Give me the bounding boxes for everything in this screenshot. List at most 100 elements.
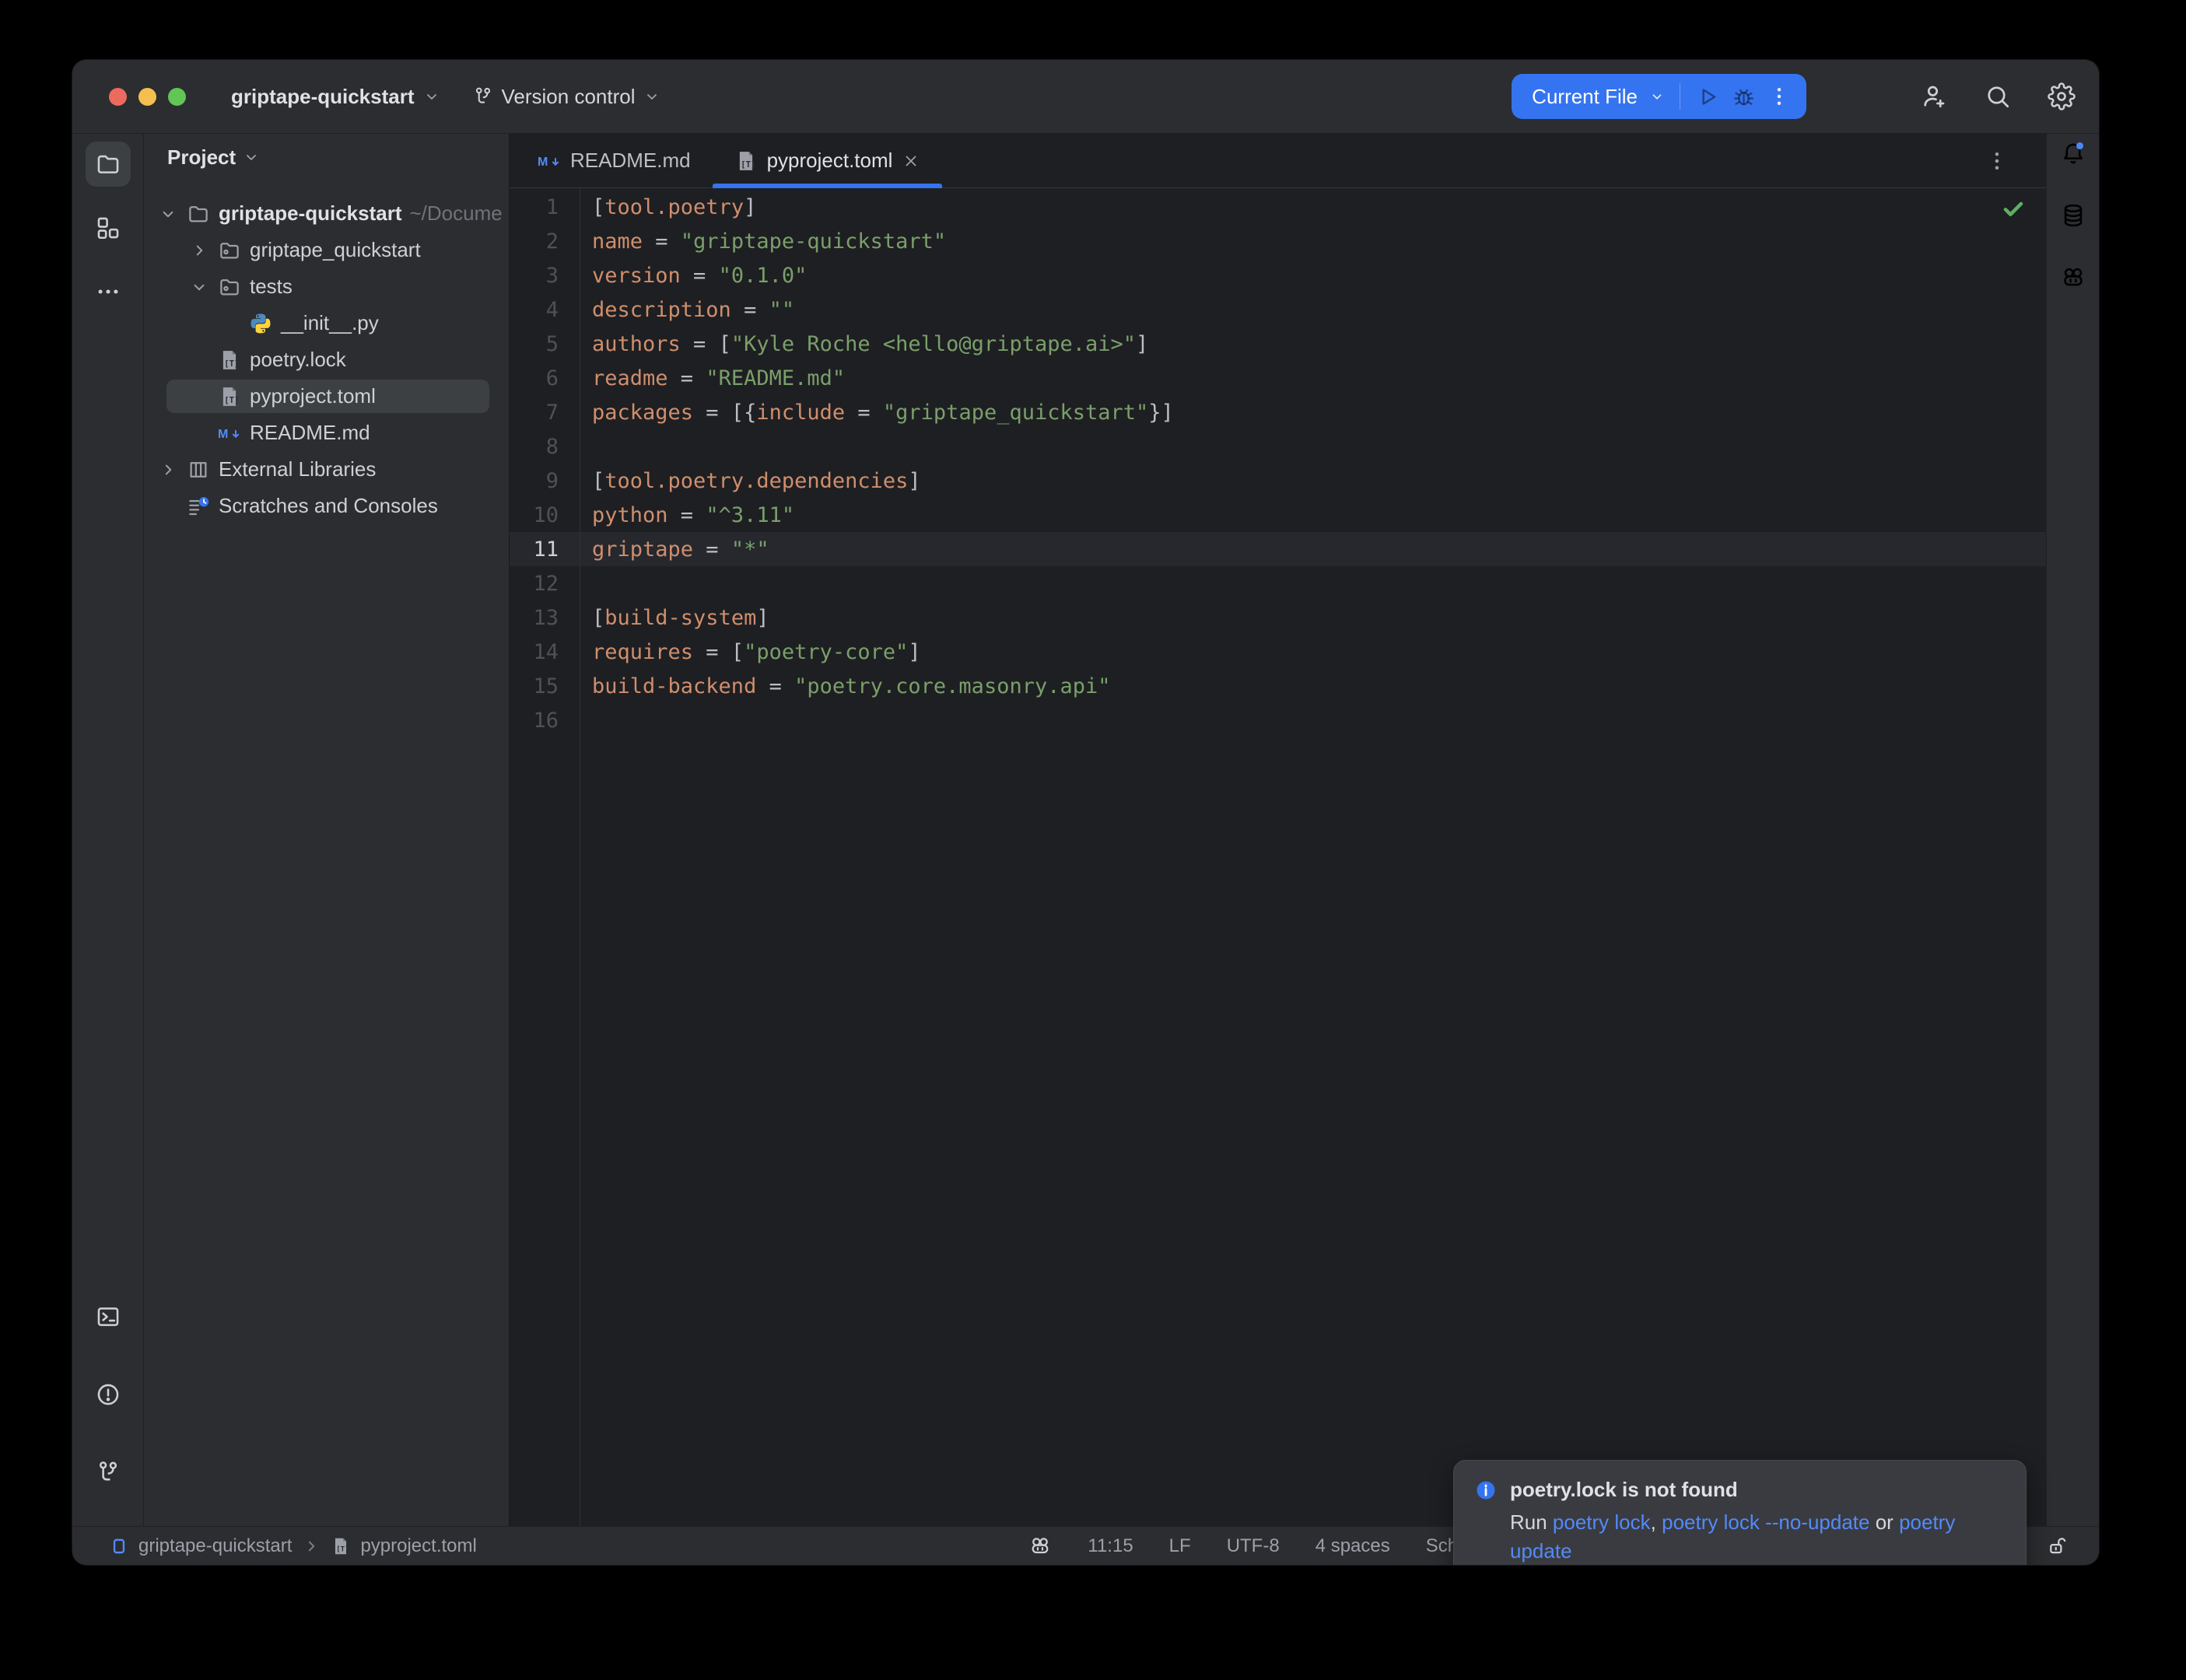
line-number[interactable]: 16: [510, 709, 559, 733]
code-line[interactable]: 5authors = ["Kyle Roche <hello@griptape.…: [510, 327, 2046, 361]
code-line[interactable]: 6readme = "README.md": [510, 361, 2046, 395]
more-icon: [95, 278, 121, 305]
code-line[interactable]: 9[tool.poetry.dependencies]: [510, 464, 2046, 498]
code-text: python = "^3.11": [559, 503, 794, 527]
more-tool-windows-button[interactable]: [86, 269, 131, 314]
markdown-icon: M: [538, 149, 561, 173]
notification-link[interactable]: poetry lock: [1553, 1510, 1651, 1534]
folderSrc-icon: [218, 239, 241, 262]
project-tool-button[interactable]: [86, 142, 131, 187]
notification-text: Run: [1510, 1510, 1553, 1534]
line-number[interactable]: 8: [510, 435, 559, 459]
code-line[interactable]: 3version = "0.1.0": [510, 258, 2046, 292]
add-user-button[interactable]: [1920, 82, 1948, 110]
code-line[interactable]: 14requires = ["poetry-core"]: [510, 635, 2046, 669]
tree-item-griptape-quickstart[interactable]: griptape_quickstart: [144, 232, 509, 268]
chevron-right-icon[interactable]: [158, 460, 187, 480]
tab-readme-md[interactable]: MREADME.md: [516, 134, 713, 187]
code-line[interactable]: 13[build-system]: [510, 600, 2046, 635]
line-number[interactable]: 15: [510, 674, 559, 698]
line-number[interactable]: 13: [510, 606, 559, 630]
ai-assistant-icon[interactable]: [2060, 264, 2086, 291]
tree-item-readme-md[interactable]: MREADME.md: [144, 415, 509, 451]
code-line[interactable]: 2name = "griptape-quickstart": [510, 224, 2046, 258]
code-line[interactable]: 12: [510, 566, 2046, 600]
notification-popup[interactable]: poetry.lock is not found Run poetry lock…: [1453, 1460, 2027, 1565]
line-number[interactable]: 4: [510, 298, 559, 322]
code-line[interactable]: 8: [510, 429, 2046, 464]
line-number[interactable]: 7: [510, 401, 559, 425]
minimize-window-button[interactable]: [138, 88, 156, 106]
tree-item-griptape-quickstart[interactable]: griptape-quickstart~/Docume: [144, 195, 509, 232]
breadcrumb-project[interactable]: griptape-quickstart: [138, 1535, 292, 1557]
notification-link[interactable]: poetry lock --no-update: [1662, 1510, 1869, 1534]
search-button[interactable]: [1984, 82, 2012, 110]
code-text: griptape = "*": [559, 537, 769, 562]
tree-item-tests[interactable]: tests: [144, 268, 509, 305]
window-controls[interactable]: [109, 88, 186, 106]
code-line[interactable]: 7packages = [{include = "griptape_quicks…: [510, 395, 2046, 429]
tree-item-scratches-and-consoles[interactable]: Scratches and Consoles: [144, 488, 509, 524]
status-item[interactable]: 11:15: [1088, 1535, 1133, 1557]
tree-item-external-libraries[interactable]: External Libraries: [144, 451, 509, 488]
line-number[interactable]: 3: [510, 264, 559, 288]
line-number[interactable]: 6: [510, 366, 559, 390]
project-title: griptape-quickstart: [231, 85, 415, 109]
tree-item-poetry-lock[interactable]: [T]poetry.lock: [144, 341, 509, 378]
line-number[interactable]: 12: [510, 572, 559, 596]
status-item[interactable]: LF: [1169, 1535, 1191, 1557]
version-control-tool-button[interactable]: [86, 1450, 131, 1495]
tree-item--init-py[interactable]: __init__.py: [144, 305, 509, 341]
structure-tool-button[interactable]: [86, 205, 131, 250]
run-icon[interactable]: [1694, 84, 1720, 110]
code-line[interactable]: 15build-backend = "poetry.core.masonry.a…: [510, 669, 2046, 703]
line-number[interactable]: 1: [510, 195, 559, 219]
tree-item-label: Scratches and Consoles: [219, 494, 438, 518]
settings-button[interactable]: [2048, 82, 2076, 110]
project-switcher[interactable]: griptape-quickstart: [231, 85, 441, 109]
chevron-spacer: [158, 496, 187, 516]
chevron-down-icon[interactable]: [158, 204, 187, 224]
tab-label: pyproject.toml: [767, 149, 893, 173]
code-line[interactable]: 4description = "": [510, 292, 2046, 327]
vcs-widget[interactable]: Version control: [472, 85, 662, 109]
line-number[interactable]: 9: [510, 469, 559, 493]
inspection-ok-icon[interactable]: [2001, 196, 2026, 221]
project-panel-header[interactable]: Project: [144, 134, 509, 180]
code-line[interactable]: 1[tool.poetry]: [510, 190, 2046, 224]
tab-pyproject-toml[interactable]: [T]pyproject.toml: [713, 134, 943, 187]
line-number[interactable]: 5: [510, 332, 559, 356]
debug-icon[interactable]: [1731, 84, 1757, 110]
terminal-tool-button[interactable]: [86, 1294, 131, 1339]
line-number[interactable]: 10: [510, 503, 559, 527]
run-widget[interactable]: Current File: [1512, 74, 1806, 119]
line-number[interactable]: 2: [510, 229, 559, 254]
chevron-down-icon[interactable]: [189, 277, 218, 297]
code-line[interactable]: 16: [510, 703, 2046, 737]
ai-status-icon[interactable]: [1028, 1535, 1052, 1558]
close-tab-icon[interactable]: [902, 152, 920, 170]
database-tool-icon[interactable]: [2060, 202, 2086, 229]
status-item[interactable]: 4 spaces: [1315, 1535, 1390, 1557]
unlock-icon[interactable]: [2046, 1535, 2069, 1558]
status-item[interactable]: UTF-8: [1227, 1535, 1280, 1557]
close-window-button[interactable]: [109, 88, 127, 106]
problems-tool-button[interactable]: [86, 1372, 131, 1417]
tab-options-icon[interactable]: [1985, 149, 2009, 173]
code-area[interactable]: 1[tool.poetry]2name = "griptape-quicksta…: [510, 188, 2046, 737]
ide-window: griptape-quickstart Version control Curr…: [72, 60, 2099, 1565]
breadcrumb[interactable]: griptape-quickstart [T] pyproject.toml: [109, 1535, 477, 1557]
notifications-bell-icon[interactable]: [2060, 140, 2086, 166]
code-text: packages = [{include = "griptape_quickst…: [559, 401, 1174, 425]
code-line[interactable]: 11griptape = "*": [510, 532, 2046, 566]
zoom-window-button[interactable]: [168, 88, 186, 106]
code-line[interactable]: 10python = "^3.11": [510, 498, 2046, 532]
more-run-options-icon[interactable]: [1767, 85, 1791, 108]
chevron-right-icon[interactable]: [189, 240, 218, 261]
line-number[interactable]: 11: [510, 537, 559, 562]
editor[interactable]: 1[tool.poetry]2name = "griptape-quicksta…: [510, 188, 2046, 1526]
breadcrumb-file[interactable]: pyproject.toml: [360, 1535, 476, 1557]
line-number[interactable]: 14: [510, 640, 559, 664]
tree-item-pyproject-toml[interactable]: [T]pyproject.toml: [144, 378, 509, 415]
tree-item-label: External Libraries: [219, 457, 376, 481]
